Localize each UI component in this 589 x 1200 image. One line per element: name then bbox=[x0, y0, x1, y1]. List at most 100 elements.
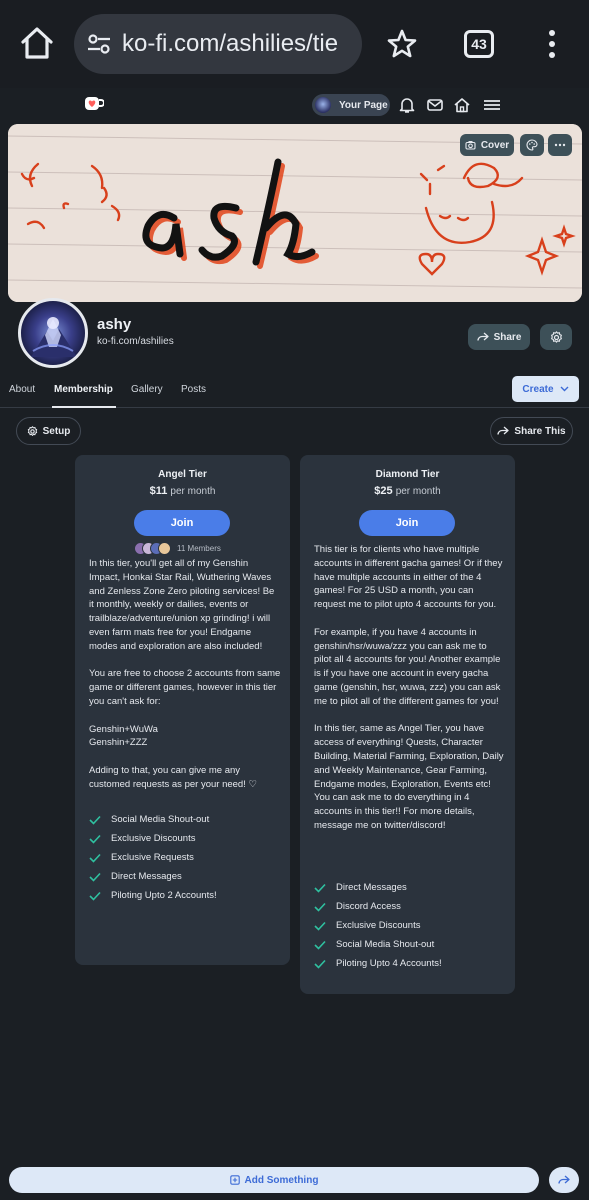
perk-item: Piloting Upto 4 Accounts! bbox=[314, 954, 442, 973]
checkmark-icon bbox=[89, 872, 101, 882]
cover-button[interactable]: Cover bbox=[460, 134, 514, 156]
share-arrow-icon bbox=[476, 332, 489, 341]
share-button[interactable]: Share bbox=[468, 324, 530, 350]
avatar bbox=[315, 97, 331, 113]
tier-title: Diamond Tier bbox=[375, 469, 440, 480]
share-arrow-icon bbox=[497, 426, 510, 435]
tier-price-period: per month bbox=[170, 486, 216, 497]
checkmark-icon bbox=[314, 959, 326, 969]
perk-item: Social Media Shout-out bbox=[89, 810, 217, 829]
profile-url[interactable]: ko-fi.com/ashilies bbox=[97, 336, 174, 347]
tab-posts[interactable]: Posts bbox=[181, 384, 206, 395]
checkmark-icon bbox=[314, 902, 326, 912]
gear-icon bbox=[27, 425, 37, 436]
setup-label: Setup bbox=[42, 425, 71, 437]
cover-label: Cover bbox=[480, 139, 510, 151]
setup-button[interactable]: Setup bbox=[16, 417, 81, 445]
perk-label: Social Media Shout-out bbox=[336, 939, 435, 950]
checkmark-icon bbox=[89, 815, 101, 825]
perk-label: Piloting Upto 2 Accounts! bbox=[111, 890, 217, 901]
site-settings-icon[interactable] bbox=[86, 31, 112, 57]
member-count-label: 11 Members bbox=[177, 543, 221, 553]
url-text[interactable]: ko-fi.com/ashilies/tie bbox=[122, 30, 338, 58]
checkmark-icon bbox=[314, 883, 326, 893]
tier-price: $11 per month bbox=[75, 485, 290, 497]
share-arrow-icon bbox=[558, 1175, 570, 1184]
member-avatar bbox=[158, 541, 171, 555]
mail-icon[interactable] bbox=[426, 96, 444, 114]
kofi-page: Your Page Cover ashy ko-fi.com/ashilies … bbox=[0, 88, 589, 1200]
bookmark-star-icon[interactable] bbox=[386, 28, 418, 60]
join-button[interactable]: Join bbox=[359, 510, 455, 536]
perk-label: Direct Messages bbox=[336, 882, 407, 893]
more-options-icon[interactable] bbox=[540, 28, 564, 60]
address-bar[interactable]: ko-fi.com/ashilies/tie bbox=[74, 14, 362, 74]
join-button[interactable]: Join bbox=[134, 510, 230, 536]
theme-button[interactable] bbox=[520, 134, 544, 156]
tab-switcher-button[interactable]: 43 bbox=[464, 30, 494, 58]
perk-label: Exclusive Requests bbox=[111, 852, 194, 863]
member-count: 11 Members bbox=[134, 541, 221, 555]
perk-label: Direct Messages bbox=[111, 871, 182, 882]
plus-square-icon bbox=[229, 1175, 240, 1185]
share-this-label: Share This bbox=[514, 425, 566, 437]
tier-card-diamond: Diamond Tier $25 per month Join This tie… bbox=[300, 455, 515, 994]
profile-tabs: About Membership Gallery Posts bbox=[0, 374, 589, 408]
share-label: Share bbox=[493, 331, 522, 343]
share-this-button[interactable]: Share This bbox=[490, 417, 573, 445]
cover-image: Cover bbox=[8, 124, 582, 302]
gear-icon bbox=[550, 330, 562, 343]
tier-description: In this tier, you'll get all of my Gensh… bbox=[89, 558, 281, 790]
tier-perks: Direct Messages Discord Access Exclusive… bbox=[314, 878, 442, 973]
create-button[interactable]: Create bbox=[512, 376, 579, 402]
perk-item: Direct Messages bbox=[89, 867, 217, 886]
perk-label: Exclusive Discounts bbox=[111, 833, 196, 844]
tab-gallery[interactable]: Gallery bbox=[131, 384, 163, 395]
perk-item: Discord Access bbox=[314, 897, 442, 916]
bell-icon[interactable] bbox=[398, 96, 416, 114]
add-something-button[interactable]: Add Something bbox=[9, 1167, 539, 1193]
tier-price-period: per month bbox=[395, 486, 441, 497]
add-something-label: Add Something bbox=[244, 1174, 319, 1186]
checkmark-icon bbox=[89, 853, 101, 863]
hamburger-menu-icon[interactable] bbox=[482, 96, 502, 114]
create-label: Create bbox=[522, 383, 554, 395]
your-page-button[interactable]: Your Page bbox=[312, 94, 390, 116]
perk-item: Exclusive Requests bbox=[89, 848, 217, 867]
perk-item: Exclusive Discounts bbox=[314, 916, 442, 935]
chevron-down-icon bbox=[560, 386, 569, 392]
perk-item: Piloting Upto 2 Accounts! bbox=[89, 886, 217, 905]
tab-about[interactable]: About bbox=[9, 384, 35, 395]
ellipsis-icon bbox=[554, 143, 566, 147]
tier-perks: Social Media Shout-out Exclusive Discoun… bbox=[89, 810, 217, 905]
active-tab-indicator bbox=[52, 406, 116, 408]
home-nav-icon[interactable] bbox=[453, 96, 471, 114]
checkmark-icon bbox=[314, 940, 326, 950]
tier-title: Angel Tier bbox=[158, 469, 207, 480]
tier-card-angel: Angel Tier $11 per month Join 11 Members… bbox=[75, 455, 290, 965]
perk-label: Exclusive Discounts bbox=[336, 920, 421, 931]
bottom-share-button[interactable] bbox=[549, 1167, 579, 1193]
tier-price-amount: $11 bbox=[149, 485, 168, 497]
kofi-logo-icon[interactable] bbox=[84, 95, 105, 113]
checkmark-icon bbox=[314, 921, 326, 931]
profile-settings-button[interactable] bbox=[540, 324, 572, 350]
checkmark-icon bbox=[89, 834, 101, 844]
your-page-label: Your Page bbox=[339, 99, 388, 111]
camera-icon bbox=[465, 141, 476, 150]
profile-name: ashy bbox=[97, 316, 132, 333]
tier-price: $25 per month bbox=[300, 485, 515, 497]
perk-item: Exclusive Discounts bbox=[89, 829, 217, 848]
tab-membership[interactable]: Membership bbox=[54, 384, 113, 395]
browser-toolbar: ko-fi.com/ashilies/tie 43 bbox=[0, 0, 589, 88]
checkmark-icon bbox=[89, 891, 101, 901]
avatar-image bbox=[31, 317, 77, 357]
profile-avatar[interactable] bbox=[18, 298, 88, 368]
kofi-navbar: Your Page bbox=[0, 88, 589, 122]
home-icon[interactable] bbox=[18, 24, 56, 62]
palette-icon bbox=[526, 139, 538, 151]
perk-label: Discord Access bbox=[336, 901, 401, 912]
tier-description: This tier is for clients who have multip… bbox=[314, 544, 504, 831]
perk-item: Direct Messages bbox=[314, 878, 442, 897]
cover-more-button[interactable] bbox=[548, 134, 572, 156]
